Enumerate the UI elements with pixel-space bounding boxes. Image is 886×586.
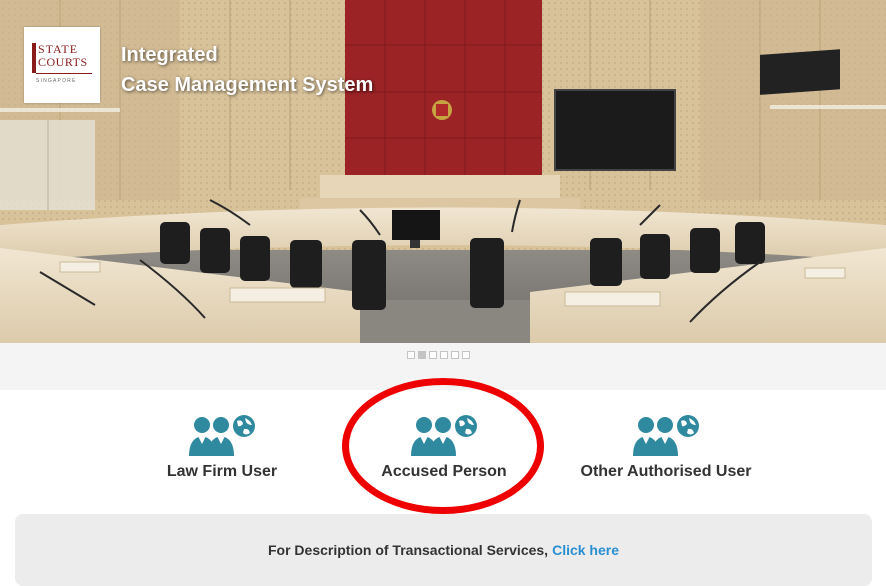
carousel-dot[interactable] (407, 351, 415, 359)
accused-person-label: Accused Person (381, 463, 507, 480)
other-authorised-user-label: Other Authorised User (580, 463, 752, 480)
law-firm-user-option[interactable]: Law Firm User (132, 414, 312, 489)
other-authorised-user-option[interactable]: Other Authorised User (576, 414, 756, 489)
transactional-services-info: For Description of Transactional Service… (15, 514, 872, 586)
accused-person-option[interactable]: Accused Person (354, 414, 534, 489)
carousel-dot[interactable] (462, 351, 470, 359)
logo-text-courts: COURTS (38, 55, 88, 69)
logo-rule (36, 73, 92, 74)
users-globe-icon (354, 414, 534, 456)
hero-banner: STATE COURTS SINGAPORE Integrated Case M… (0, 0, 886, 343)
logo-text-singapore: SINGAPORE (36, 78, 77, 84)
carousel-indicators (407, 351, 470, 359)
system-title: Integrated Case Management System (121, 40, 373, 100)
system-title-line2: Case Management System (121, 74, 374, 96)
carousel-dot[interactable] (451, 351, 459, 359)
carousel-dot[interactable] (418, 351, 426, 359)
logo-bar (32, 43, 36, 73)
carousel-dot[interactable] (429, 351, 437, 359)
users-globe-icon (132, 414, 312, 456)
users-globe-icon (576, 414, 756, 456)
carousel-dot[interactable] (440, 351, 448, 359)
info-text: For Description of Transactional Service… (267, 542, 549, 558)
law-firm-user-label: Law Firm User (166, 463, 278, 480)
state-courts-logo: STATE COURTS SINGAPORE (24, 27, 100, 103)
click-here-link[interactable]: Click here (552, 542, 619, 558)
page: STATE COURTS SINGAPORE Integrated Case M… (0, 0, 886, 586)
system-title-line1: Integrated (121, 44, 218, 66)
